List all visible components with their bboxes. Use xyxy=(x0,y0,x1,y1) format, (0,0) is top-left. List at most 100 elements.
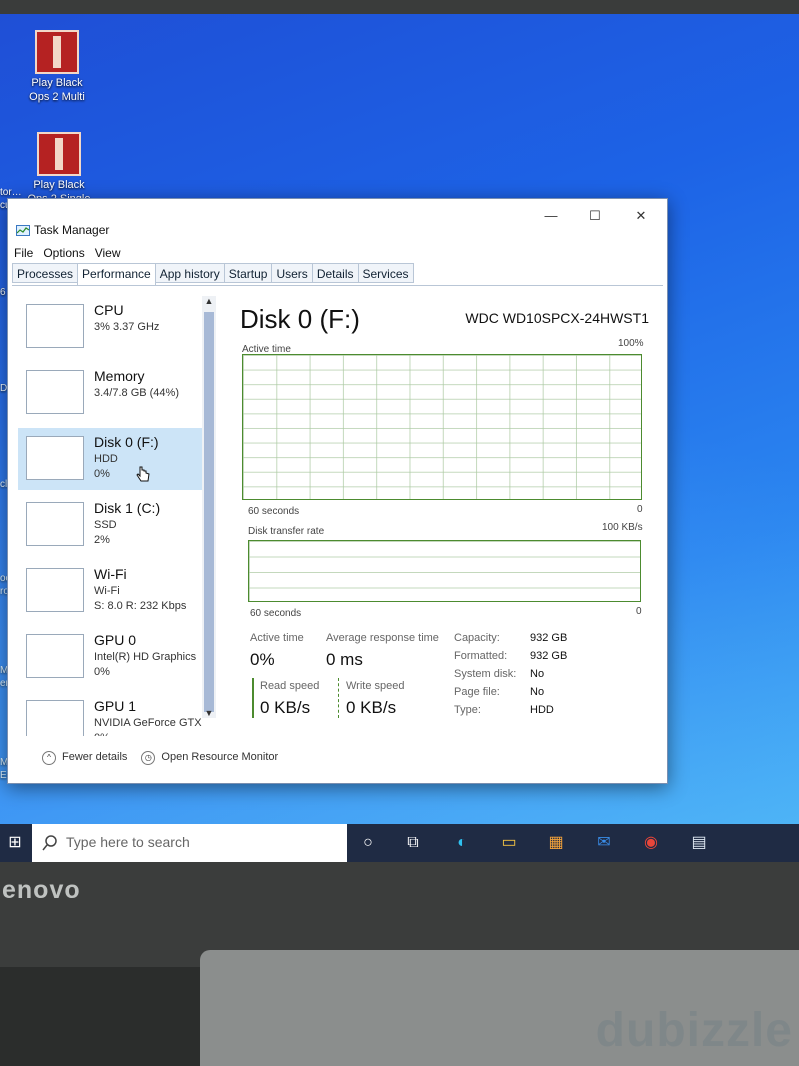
fewer-details-label: Fewer details xyxy=(62,751,128,763)
active-time-graph xyxy=(242,354,642,500)
window-title: Task Manager xyxy=(34,223,110,237)
prop-type-value: HDD xyxy=(530,704,554,716)
item-usage: S: 8.0 R: 232 Kbps xyxy=(94,600,187,612)
footer: ^ Fewer details ◷ Open Resource Monitor xyxy=(42,751,278,765)
gpu-1-mini-graph xyxy=(26,700,84,736)
disk-model: WDC WD10SPCX-24HWST1 xyxy=(465,310,649,326)
prop-capacity-label: Capacity: xyxy=(454,632,500,644)
stat-read-label: Read speed xyxy=(260,680,320,692)
taskbar: ⊞ Type here to search ○ ⧉ ◐ ▭ ▦ ✉ ◉ ▤ xyxy=(0,824,799,862)
item-detail: Intel(R) HD Graphics xyxy=(94,651,197,663)
disk-0-mini-graph xyxy=(26,436,84,480)
stat-active-time-label: Active time xyxy=(250,632,304,644)
mail-icon[interactable]: ✉ xyxy=(593,832,615,854)
list-item-memory[interactable]: Memory 3.4/7.8 GB (44%) xyxy=(18,362,202,424)
prop-type-label: Type: xyxy=(454,704,481,716)
resource-monitor-icon: ◷ xyxy=(141,751,156,765)
item-usage: 0% xyxy=(94,468,110,480)
performance-panel: CPU 3% 3.37 GHz Memory 3.4/7.8 GB (44%) … xyxy=(12,285,663,779)
write-speed-divider xyxy=(338,678,339,718)
item-detail: Wi-Fi xyxy=(94,585,120,597)
list-item-gpu-0[interactable]: GPU 0 Intel(R) HD Graphics 0% xyxy=(18,626,202,688)
task-manager-taskbar-icon[interactable]: ▤ xyxy=(688,832,710,854)
task-view-icon[interactable]: ⧉ xyxy=(402,832,424,854)
list-item-cpu[interactable]: CPU 3% 3.37 GHz xyxy=(18,296,202,358)
list-item-disk-1[interactable]: Disk 1 (C:) SSD 2% xyxy=(18,494,202,556)
resource-list: CPU 3% 3.37 GHz Memory 3.4/7.8 GB (44%) … xyxy=(18,296,202,736)
start-windows-icon[interactable]: ⊞ xyxy=(4,832,26,854)
hand-cursor-icon xyxy=(136,466,150,482)
search-input-placeholder[interactable]: Type here to search xyxy=(66,834,190,850)
gpu-0-mini-graph xyxy=(26,634,84,678)
detail-title: Disk 0 (F:) xyxy=(240,304,360,334)
graph-seconds-label: 60 seconds xyxy=(248,506,300,517)
desktop-icon-label: Play Black Ops 2 Multi xyxy=(29,77,85,103)
maximize-button[interactable]: ☐ xyxy=(575,205,615,227)
cpu-mini-graph xyxy=(26,304,84,348)
tab-details[interactable]: Details xyxy=(311,263,359,283)
item-detail: NVIDIA GeForce GTX xyxy=(94,717,202,729)
item-detail: 3% 3.37 GHz xyxy=(94,321,160,333)
file-explorer-icon[interactable]: ▭ xyxy=(498,832,520,854)
tab-services[interactable]: Services xyxy=(357,263,414,283)
chevron-up-icon[interactable]: ▲ xyxy=(202,296,216,306)
item-usage: 0% xyxy=(94,731,110,736)
item-name: CPU xyxy=(94,302,124,318)
scroll-thumb[interactable] xyxy=(204,312,214,712)
transfer-graph-label: Disk transfer rate xyxy=(248,526,325,537)
list-scrollbar[interactable]: ▲ ▼ xyxy=(202,296,216,718)
task-manager-window: Task Manager — ☐ ✕ File Options View Pro… xyxy=(7,198,668,784)
tab-app-history[interactable]: App history xyxy=(154,263,225,283)
game-icon xyxy=(35,30,79,74)
item-name: Memory xyxy=(94,368,145,384)
cortana-icon[interactable]: ○ xyxy=(357,832,379,854)
store-icon[interactable]: ▦ xyxy=(545,832,567,854)
item-detail: HDD xyxy=(94,453,118,465)
task-manager-icon xyxy=(16,225,30,236)
stat-response-label: Average response time xyxy=(326,632,439,644)
disk-1-mini-graph xyxy=(26,502,84,546)
item-name: Disk 1 (C:) xyxy=(94,500,161,516)
list-item-gpu-1[interactable]: GPU 1 NVIDIA GeForce GTX 0% xyxy=(18,692,202,736)
taskbar-search[interactable]: Type here to search xyxy=(32,824,347,862)
item-detail: 3.4/7.8 GB (44%) xyxy=(94,387,179,399)
prop-system-disk-label: System disk: xyxy=(454,668,517,680)
prop-formatted-value: 932 GB xyxy=(530,650,568,662)
item-name: Wi-Fi xyxy=(94,566,127,582)
search-icon xyxy=(42,835,57,851)
menu-file[interactable]: File xyxy=(14,246,33,260)
list-item-wifi[interactable]: Wi-Fi Wi-Fi S: 8.0 R: 232 Kbps xyxy=(18,560,202,622)
resource-monitor-label: Open Resource Monitor xyxy=(161,751,279,763)
tab-strip: Processes Performance App history Startu… xyxy=(12,263,414,286)
chrome-icon[interactable]: ◉ xyxy=(640,832,662,854)
open-resource-monitor-link[interactable]: ◷ Open Resource Monitor xyxy=(141,751,278,765)
transfer-rate-graph xyxy=(248,540,641,602)
list-item-disk-0[interactable]: Disk 0 (F:) HDD 0% xyxy=(18,428,202,490)
edge-icon[interactable]: ◐ xyxy=(451,832,473,854)
stat-read-value: 0 KB/s xyxy=(260,698,311,717)
tab-startup[interactable]: Startup xyxy=(223,263,273,283)
graph-min-label: 0 xyxy=(636,606,642,617)
tab-processes[interactable]: Processes xyxy=(12,263,79,283)
desktop-icon-bo2-single[interactable]: Play Black Ops 2 Single xyxy=(24,132,94,206)
menu-bar: File Options View xyxy=(14,246,121,260)
prop-system-disk-value: No xyxy=(530,668,545,680)
laptop-body: enovo dubizzle xyxy=(0,862,799,1066)
chevron-up-icon: ^ xyxy=(42,751,56,765)
fewer-details-link[interactable]: ^ Fewer details xyxy=(42,751,127,765)
menu-options[interactable]: Options xyxy=(43,246,84,260)
minimize-button[interactable]: — xyxy=(531,205,571,227)
laptop-base-dark xyxy=(0,967,200,1066)
close-button[interactable]: ✕ xyxy=(621,205,661,227)
item-usage: 2% xyxy=(94,534,110,546)
desktop-icon-bo2-multi[interactable]: Play Black Ops 2 Multi xyxy=(22,30,92,104)
tab-users[interactable]: Users xyxy=(271,263,313,283)
tab-performance[interactable]: Performance xyxy=(77,263,156,286)
item-name: Disk 0 (F:) xyxy=(94,434,159,450)
stat-write-label: Write speed xyxy=(346,680,405,692)
chevron-down-icon[interactable]: ▼ xyxy=(202,708,216,718)
title-bar[interactable]: Task Manager — ☐ ✕ xyxy=(8,199,667,237)
active-time-max-label: 100% xyxy=(618,338,644,349)
menu-view[interactable]: View xyxy=(95,246,121,260)
item-name: GPU 1 xyxy=(94,698,137,714)
